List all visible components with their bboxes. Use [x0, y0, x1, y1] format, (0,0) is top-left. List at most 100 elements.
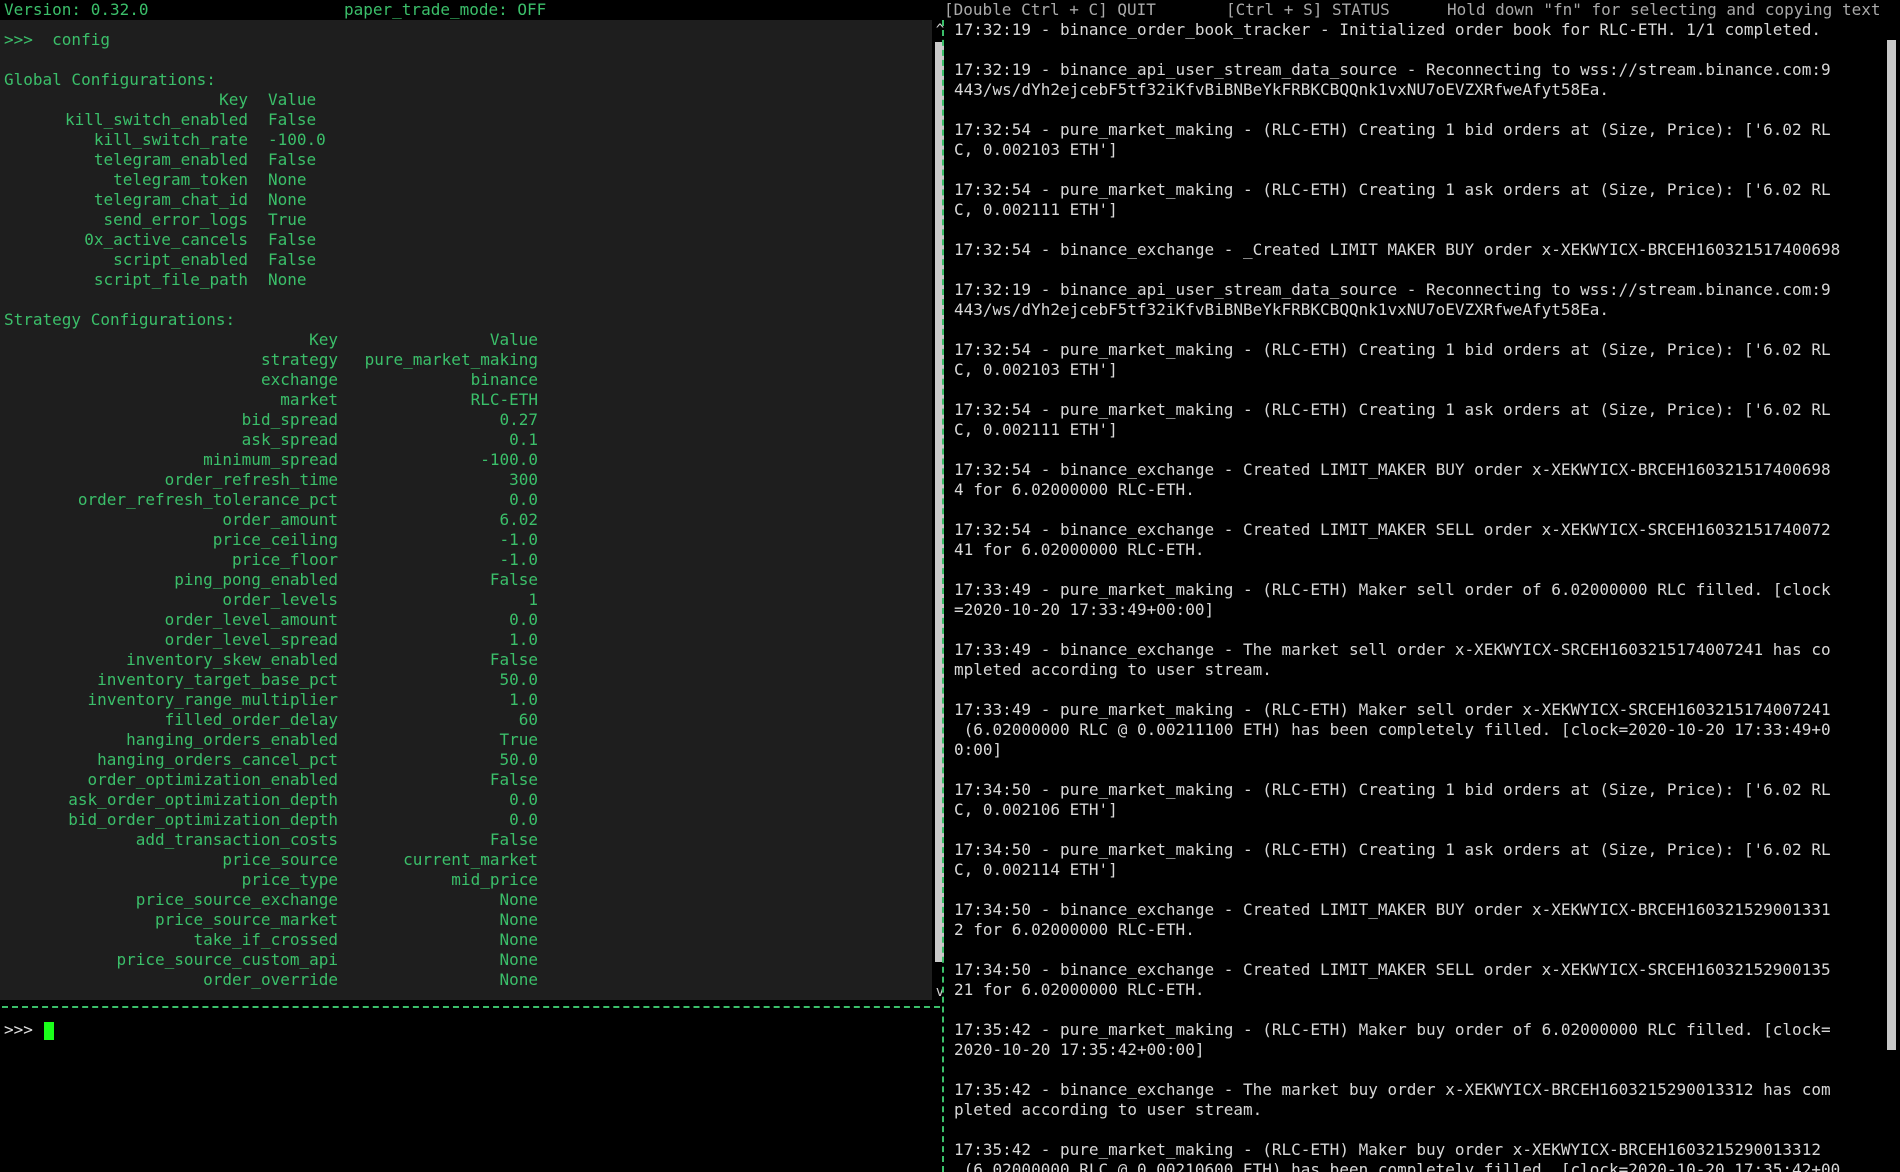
config-key: script_enabled	[113, 250, 248, 269]
log-entry: 17:32:19 - binance_order_book_tracker - …	[954, 20, 1874, 40]
log-line: 17:33:49 - pure_market_making - (RLC-ETH…	[954, 580, 1831, 599]
config-key: minimum_spread	[203, 450, 338, 469]
config-value: False	[268, 230, 317, 249]
config-key: kill_switch_enabled	[64, 110, 248, 129]
config-key: inventory_range_multiplier	[87, 690, 338, 709]
log-line: 17:32:54 - pure_market_making - (RLC-ETH…	[954, 400, 1831, 419]
pane-divider	[2, 1006, 940, 1010]
log-line: (6.02000000 RLC @ 0.00211100 ETH) has be…	[954, 720, 1831, 739]
log-line: 17:32:19 - binance_order_book_tracker - …	[954, 20, 1821, 39]
config-value: False	[489, 830, 538, 849]
log-line: 17:34:50 - binance_exchange - Created LI…	[954, 900, 1831, 919]
log-line: 17:33:49 - pure_market_making - (RLC-ETH…	[954, 700, 1831, 719]
config-key: telegram_enabled	[93, 150, 248, 169]
config-key: strategy	[260, 350, 338, 369]
config-value: 1.0	[509, 690, 538, 709]
config-value: False	[489, 570, 538, 589]
strategy-config-row: order_refresh_tolerance_pct 0.0	[4, 490, 924, 510]
version-label: Version: 0.32.0	[4, 0, 149, 19]
status-hint: [Ctrl + S] STATUS	[1226, 0, 1390, 19]
log-status-bar: [Double Ctrl + C] QUIT [Ctrl + S] STATUS…	[942, 0, 1900, 20]
config-key: price_source_exchange	[135, 890, 338, 909]
strategy-config-row: take_if_crossed None	[4, 930, 924, 950]
strategy-config-row: inventory_skew_enabled False	[4, 650, 924, 670]
log-entry: 17:32:54 - pure_market_making - (RLC-ETH…	[954, 340, 1874, 380]
strategy-config-row: price_type mid_price	[4, 870, 924, 890]
config-value: 6.02	[499, 510, 538, 529]
config-value: None	[268, 190, 307, 209]
log-pane: [Double Ctrl + C] QUIT [Ctrl + S] STATUS…	[942, 0, 1900, 1172]
log-border	[942, 20, 946, 1172]
copy-text-hint: Hold down "fn" for selecting and copying…	[1447, 0, 1881, 19]
config-key: price_floor	[232, 550, 338, 569]
config-value: 0.0	[509, 490, 538, 509]
config-value: False	[268, 250, 317, 269]
config-value: -100.0	[480, 450, 538, 469]
config-key: inventory_target_base_pct	[97, 670, 338, 689]
config-key: order_level_amount	[164, 610, 338, 629]
strategy-config-row: market RLC-ETH	[4, 390, 924, 410]
log-entry: 17:33:49 - pure_market_making - (RLC-ETH…	[954, 700, 1874, 760]
config-key: telegram_token	[113, 170, 248, 189]
log-entry: 17:34:50 - pure_market_making - (RLC-ETH…	[954, 840, 1874, 880]
log-area[interactable]: 17:32:19 - binance_order_book_tracker - …	[954, 20, 1874, 1172]
strategy-config-row: price_source_exchange None	[4, 890, 924, 910]
strategy-config-row: order_levels 1	[4, 590, 924, 610]
log-entry: 17:32:54 - pure_market_making - (RLC-ETH…	[954, 180, 1874, 220]
config-key: kill_switch_rate	[93, 130, 248, 149]
strategy-config-header: Key Value	[4, 330, 924, 350]
log-line: 17:35:42 - binance_exchange - The market…	[954, 1080, 1831, 1099]
strategy-config-row: price_floor -1.0	[4, 550, 924, 570]
log-line: 17:32:54 - binance_exchange - _Created L…	[954, 240, 1841, 259]
global-config-title: Global Configurations:	[4, 70, 216, 89]
config-value: current_market	[403, 850, 538, 869]
strategy-config-row: ping_pong_enabled False	[4, 570, 924, 590]
log-line: 17:32:54 - pure_market_making - (RLC-ETH…	[954, 180, 1831, 199]
strategy-config-row: order_optimization_enabled False	[4, 770, 924, 790]
strategy-config-row: price_source_market None	[4, 910, 924, 930]
strategy-key-header: Key	[309, 330, 338, 349]
strategy-config-row: ask_spread 0.1	[4, 430, 924, 450]
config-value: 0.27	[499, 410, 538, 429]
config-key: script_file_path	[93, 270, 248, 289]
config-value: mid_price	[451, 870, 538, 889]
config-key: order_optimization_enabled	[87, 770, 338, 789]
strategy-config-row: bid_order_optimization_depth 0.0	[4, 810, 924, 830]
config-value: None	[499, 890, 538, 909]
log-entry: 17:32:19 - binance_api_user_stream_data_…	[954, 60, 1874, 100]
strategy-config-row: hanging_orders_cancel_pct 50.0	[4, 750, 924, 770]
config-value: 0.0	[509, 790, 538, 809]
config-value: True	[268, 210, 307, 229]
strategy-config-row: ask_order_optimization_depth 0.0	[4, 790, 924, 810]
terminal-window: Version: 0.32.0 paper_trade_mode: OFF >>…	[0, 0, 1900, 1172]
log-line: 17:34:50 - pure_market_making - (RLC-ETH…	[954, 840, 1831, 859]
config-key: price_source_market	[154, 910, 338, 929]
input-cursor[interactable]	[44, 1022, 54, 1040]
log-line: C, 0.002103 ETH']	[954, 140, 1118, 159]
config-key: price_type	[241, 870, 338, 889]
config-value: 50.0	[499, 750, 538, 769]
config-key: hanging_orders_enabled	[126, 730, 338, 749]
config-key: order_level_spread	[164, 630, 338, 649]
log-line: 17:34:50 - binance_exchange - Created LI…	[954, 960, 1831, 979]
log-line: 17:32:54 - binance_exchange - Created LI…	[954, 460, 1831, 479]
config-value: 50.0	[499, 670, 538, 689]
strategy-config-row: price_source current_market	[4, 850, 924, 870]
log-scroll-thumb[interactable]	[1887, 40, 1896, 1050]
log-scrollbar[interactable]	[1884, 20, 1898, 1172]
global-config-row: script_enabled False	[4, 250, 924, 270]
output-pane[interactable]: >>> config Global Configurations: Key Va…	[0, 20, 932, 1000]
config-key: price_source	[222, 850, 338, 869]
log-line: mpleted according to user stream.	[954, 660, 1272, 679]
log-line: C, 0.002106 ETH']	[954, 800, 1118, 819]
log-line: 17:33:49 - binance_exchange - The market…	[954, 640, 1831, 659]
log-entry: 17:35:42 - pure_market_making - (RLC-ETH…	[954, 1140, 1874, 1172]
log-line: 17:32:54 - pure_market_making - (RLC-ETH…	[954, 120, 1831, 139]
strategy-config-row: order_refresh_time 300	[4, 470, 924, 490]
config-value: 1	[528, 590, 538, 609]
log-entry: 17:33:49 - binance_exchange - The market…	[954, 640, 1874, 680]
config-value: None	[499, 970, 538, 989]
global-config-table: kill_switch_enabled False kill_switch_rate…	[4, 110, 924, 290]
